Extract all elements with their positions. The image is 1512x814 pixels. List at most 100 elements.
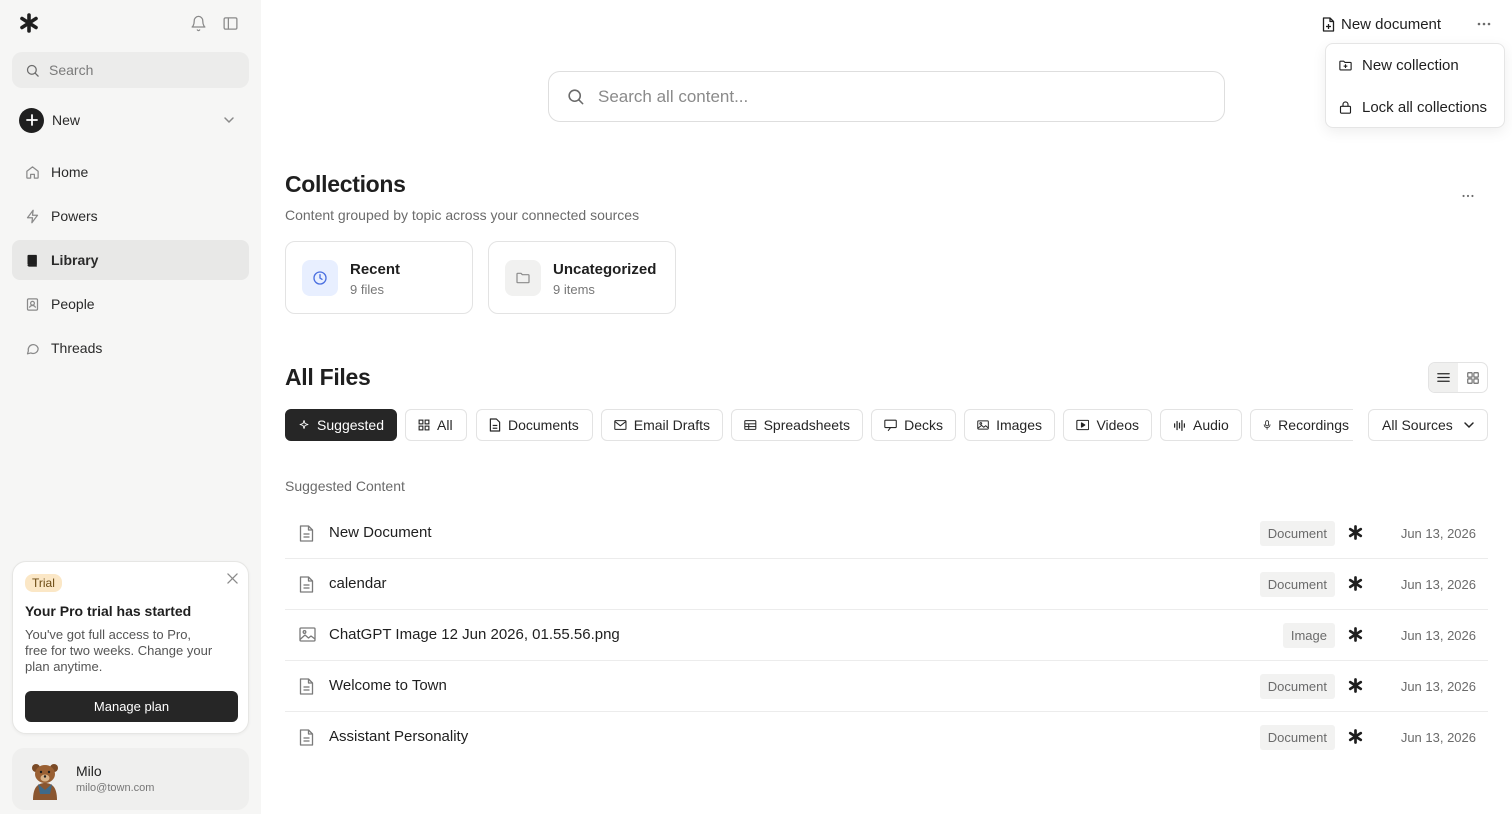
folder-icon [505, 260, 541, 296]
file-row[interactable]: calendar Document Jun 13, 2026 [285, 559, 1488, 610]
sidebar-item-home[interactable]: Home [12, 152, 249, 192]
file-list: New Document Document Jun 13, 2026 calen… [285, 508, 1488, 763]
folder-plus-icon [1339, 60, 1352, 70]
file-date: Jun 13, 2026 [1400, 679, 1476, 694]
file-row[interactable]: Assistant Personality Document Jun 13, 2… [285, 712, 1488, 763]
filter-documents[interactable]: Documents [476, 409, 593, 441]
close-icon[interactable] [227, 573, 238, 584]
new-button-label: New [52, 112, 81, 128]
content-search-input[interactable]: Search all content... [548, 71, 1225, 122]
document-icon [299, 576, 314, 593]
sidebar-toggle-icon[interactable] [222, 15, 239, 32]
lock-icon [1339, 100, 1352, 114]
file-name: Welcome to Town [329, 677, 447, 694]
new-button[interactable]: New [12, 103, 249, 137]
menu-item-new-collection[interactable]: New collection [1338, 54, 1459, 76]
filter-recordings[interactable]: Recordings [1250, 409, 1353, 441]
clock-icon [302, 260, 338, 296]
user-profile[interactable]: Milo milo@town.com [12, 748, 249, 810]
view-toggle [1428, 362, 1488, 393]
trial-badge: Trial [25, 574, 62, 592]
more-options-icon[interactable] [1475, 15, 1493, 33]
new-document-label: New document [1341, 15, 1442, 33]
file-row[interactable]: Welcome to Town Document Jun 13, 2026 [285, 661, 1488, 712]
collection-count: 9 files [350, 282, 384, 297]
sidebar-item-library[interactable]: Library [12, 240, 249, 280]
file-type-badge: Image [1282, 623, 1335, 648]
file-name: calendar [329, 575, 387, 592]
town-source-icon [1348, 576, 1363, 591]
sparkle-icon [299, 420, 309, 429]
document-icon [299, 678, 314, 695]
file-type-badge: Document [1259, 572, 1335, 597]
document-icon [299, 525, 314, 542]
sidebar-item-powers[interactable]: Powers [12, 196, 249, 236]
sidebar-item-threads[interactable]: Threads [12, 328, 249, 368]
chevron-down-icon [1464, 422, 1474, 429]
grid-view-icon[interactable] [1458, 363, 1487, 392]
menu-item-label: Lock all collections [1362, 98, 1488, 116]
filter-label: Audio [1193, 417, 1229, 433]
filter-email-drafts[interactable]: Email Drafts [601, 409, 723, 441]
new-document-button[interactable]: New document [1322, 14, 1441, 34]
menu-item-lock-all-collections[interactable]: Lock all collections [1338, 96, 1487, 118]
collection-card-uncategorized[interactable]: Uncategorized 9 items [488, 241, 676, 314]
trial-title: Your Pro trial has started [25, 603, 192, 619]
sidebar-search-placeholder: Search [49, 62, 94, 78]
bolt-icon [26, 209, 39, 223]
sidebar-search-input[interactable]: Search [12, 52, 249, 88]
file-row[interactable]: ChatGPT Image 12 Jun 2026, 01.55.56.png … [285, 610, 1488, 661]
collections-more-icon[interactable] [1460, 188, 1476, 204]
video-icon [1076, 419, 1090, 431]
sidebar-nav: Home Powers Library People Threads [12, 152, 249, 372]
file-date: Jun 13, 2026 [1400, 730, 1476, 745]
sidebar-item-people[interactable]: People [12, 284, 249, 324]
filter-decks[interactable]: Decks [871, 409, 956, 441]
filter-spreadsheets[interactable]: Spreadsheets [731, 409, 863, 441]
town-source-icon [1348, 627, 1363, 642]
contact-icon [26, 297, 39, 311]
suggested-content-label: Suggested Content [285, 478, 405, 494]
filter-audio[interactable]: Audio [1160, 409, 1242, 441]
file-type-badge: Document [1259, 521, 1335, 546]
trial-description: You've got full access to Pro, free for … [25, 627, 213, 674]
user-email: milo@town.com [76, 782, 155, 794]
content-search-placeholder: Search all content... [598, 86, 749, 106]
microphone-icon [1263, 420, 1271, 430]
manage-plan-button[interactable]: Manage plan [25, 691, 238, 722]
options-dropdown-menu: New collection Lock all collections [1325, 43, 1505, 128]
all-sources-dropdown[interactable]: All Sources [1368, 409, 1488, 441]
filter-label: All [437, 417, 453, 433]
filter-label: Email Drafts [633, 417, 710, 433]
audio-waveform-icon [1174, 419, 1185, 431]
all-files-title: All Files [285, 364, 371, 390]
avatar [26, 760, 64, 800]
notifications-bell-icon[interactable] [190, 15, 207, 32]
chevron-down-icon[interactable] [223, 114, 235, 126]
plus-icon [19, 107, 44, 133]
filter-suggested[interactable]: Suggested [285, 409, 397, 441]
file-type-badge: Document [1259, 725, 1335, 750]
image-icon [977, 420, 989, 430]
collection-card-recent[interactable]: Recent 9 files [285, 241, 473, 314]
filter-label: Images [996, 417, 1042, 433]
filter-all[interactable]: All [405, 409, 467, 441]
sidebar: Search New Home Powers Library People Th… [0, 0, 261, 814]
filter-label: Videos [1096, 417, 1139, 433]
sidebar-item-label: People [51, 296, 95, 312]
book-icon [27, 254, 37, 267]
sidebar-item-label: Powers [51, 208, 98, 224]
search-icon [568, 89, 584, 105]
filter-label: Spreadsheets [763, 417, 850, 433]
document-icon [489, 418, 501, 432]
menu-item-label: New collection [1362, 56, 1459, 74]
list-view-icon[interactable] [1429, 363, 1458, 392]
town-logo-icon[interactable] [19, 13, 39, 33]
file-row[interactable]: New Document Document Jun 13, 2026 [285, 508, 1488, 559]
search-icon [26, 64, 39, 77]
presentation-icon [884, 419, 897, 431]
filter-images[interactable]: Images [964, 409, 1055, 441]
chat-icon [26, 343, 39, 354]
filter-videos[interactable]: Videos [1063, 409, 1152, 441]
user-name: Milo [76, 763, 102, 779]
